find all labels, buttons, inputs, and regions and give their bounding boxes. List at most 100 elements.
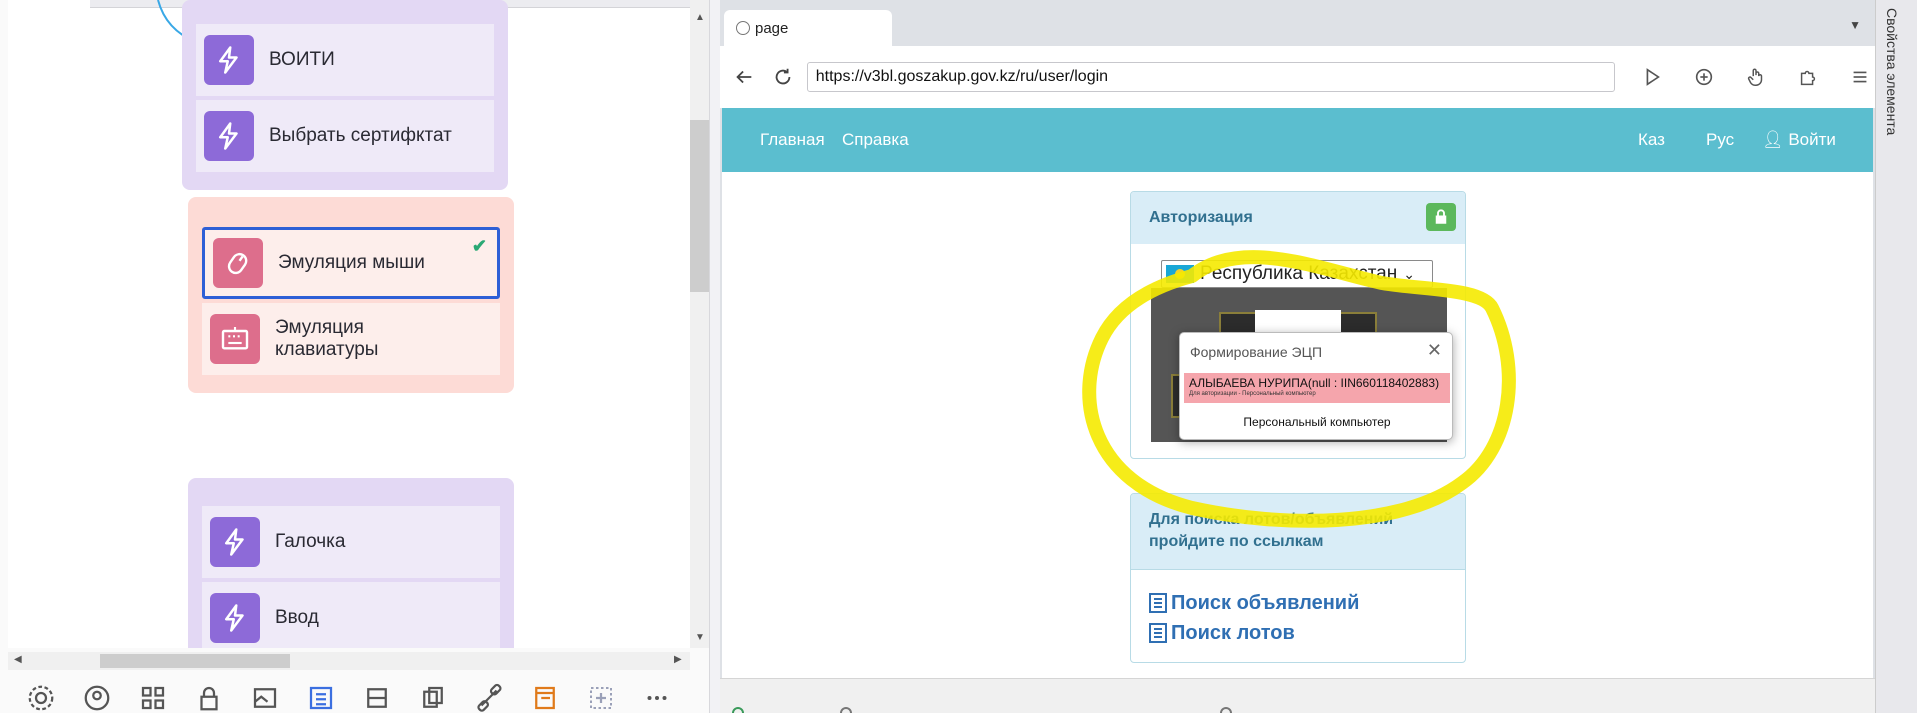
scroll-down-icon[interactable]: ▼: [695, 632, 705, 643]
node-group-input: Галочка Ввод: [188, 478, 514, 648]
profile-button[interactable]: [80, 683, 114, 713]
scroll-thumb[interactable]: [690, 120, 709, 292]
play-button[interactable]: [1637, 62, 1667, 92]
link-label: Поиск лотов: [1171, 621, 1295, 644]
browser-window: page ▼ https://v3bl.goszakup.gov.kz/ru/u…: [720, 0, 1875, 713]
gear-icon: [28, 685, 54, 710]
list-icon: [309, 686, 333, 709]
vertical-scrollbar[interactable]: ▲ ▼: [690, 0, 709, 648]
document-icon: [535, 686, 555, 709]
action-node[interactable]: Галочка: [202, 506, 500, 578]
properties-sidebar[interactable]: Свойства элемента: [1875, 0, 1917, 713]
lightning-icon: [210, 517, 260, 567]
check-icon: ✔: [471, 236, 487, 256]
hand-pointer-icon: [1747, 68, 1763, 86]
copy-button[interactable]: [416, 683, 450, 713]
mouse-icon: [213, 238, 263, 288]
nav-link-help[interactable]: Справка: [842, 130, 909, 150]
pointer-button[interactable]: [1741, 62, 1771, 92]
horizontal-scrollbar[interactable]: ◀ ▶: [8, 652, 690, 670]
user-icon: 👤︎: [1762, 130, 1784, 149]
country-select-value: Республика Казахстан: [1200, 263, 1398, 284]
nav-link-kaz[interactable]: Каз: [1638, 130, 1665, 150]
node-label: ВОИТИ: [269, 49, 335, 70]
close-icon[interactable]: ✕: [1427, 340, 1442, 361]
extensions-button[interactable]: [1793, 62, 1823, 92]
lightning-icon: [210, 593, 260, 643]
more-icon: [647, 695, 667, 700]
action-node-selected[interactable]: Эмуляция мыши ✔: [202, 227, 500, 299]
page-viewport: Главная Справка Каз Рус 👤︎ Войти Авториз…: [722, 108, 1873, 678]
nav-link-login[interactable]: 👤︎ Войти: [1762, 130, 1836, 150]
url-text: https://v3bl.goszakup.gov.kz/ru/user/log…: [815, 68, 1109, 85]
keyboard-icon: [210, 314, 260, 364]
add-button[interactable]: [1689, 62, 1719, 92]
scroll-up-icon[interactable]: ▲: [695, 12, 705, 23]
certificate-item[interactable]: АЛЫБАЕВА НУРИПА(null : IIN660118402883) …: [1184, 373, 1450, 403]
action-node[interactable]: Эмуляция клавиатуры: [202, 303, 500, 375]
storage-button[interactable]: [360, 683, 394, 713]
arrow-left-icon: [736, 70, 752, 84]
scroll-right-icon[interactable]: ▶: [674, 654, 682, 665]
plus-circle-icon: [1695, 68, 1713, 86]
nav-link-rus[interactable]: Рус: [1706, 130, 1734, 150]
lightning-icon: [204, 35, 254, 85]
link-search-announcements[interactable]: Поиск объявлений: [1149, 590, 1447, 616]
globe-icon: [736, 21, 750, 35]
browser-tab[interactable]: page: [724, 10, 892, 46]
add-block-button[interactable]: [584, 683, 618, 713]
node-group-emulation: Эмуляция мыши ✔ Эмуляция клавиатуры: [188, 197, 514, 393]
lock-button[interactable]: [192, 683, 226, 713]
image-icon: [253, 687, 277, 708]
storage-option[interactable]: Персональный компьютер: [1180, 415, 1454, 429]
chevron-down-icon: ⌄: [1403, 265, 1415, 282]
copy-icon: [423, 686, 443, 708]
reload-button[interactable]: [768, 62, 796, 92]
lock-icon: [200, 686, 218, 710]
grid-button[interactable]: [136, 683, 170, 713]
nav-login-label: Войти: [1788, 130, 1836, 149]
add-icon: [590, 686, 612, 709]
tab-title: page: [755, 19, 789, 37]
scroll-thumb[interactable]: [100, 654, 290, 668]
settings-button[interactable]: [24, 683, 58, 713]
link-icon: [477, 683, 502, 712]
workflow-canvas[interactable]: ВОИТИ Выбрать сертифктат Эмуляция мыши ✔: [8, 0, 690, 648]
address-bar[interactable]: https://v3bl.goszakup.gov.kz/ru/user/log…: [806, 62, 1615, 92]
auth-panel: Авторизация Республика Казахстан ⌄ Форми…: [1130, 191, 1466, 459]
list-button[interactable]: [304, 683, 338, 713]
user-circle-icon: [84, 685, 110, 710]
kazakhstan-flag-icon: [1166, 265, 1194, 283]
action-node[interactable]: Ввод: [202, 582, 500, 648]
node-label: Эмуляция мыши: [278, 252, 425, 273]
link-label: Поиск объявлений: [1171, 591, 1360, 614]
scroll-left-icon[interactable]: ◀: [14, 654, 22, 665]
lock-icon: [1426, 203, 1456, 231]
tab-list-icon[interactable]: ▼: [1849, 18, 1861, 32]
nav-link-home[interactable]: Главная: [760, 130, 825, 150]
browser-toolbar: https://v3bl.goszakup.gov.kz/ru/user/log…: [720, 46, 1875, 108]
lightning-icon: [204, 111, 254, 161]
status-icon: [732, 707, 744, 713]
country-select[interactable]: Республика Казахстан ⌄: [1161, 260, 1433, 288]
link-search-lots[interactable]: Поиск лотов: [1149, 620, 1447, 646]
node-label: Эмуляция клавиатуры: [275, 317, 379, 360]
link-button[interactable]: [472, 683, 506, 713]
reload-icon: [775, 68, 790, 85]
document-button[interactable]: [528, 683, 562, 713]
site-navbar: Главная Справка Каз Рус 👤︎ Войти: [722, 108, 1873, 172]
action-node[interactable]: Выбрать сертифктат: [196, 100, 494, 172]
grid-icon: [141, 686, 165, 709]
action-node[interactable]: ВОИТИ: [196, 24, 494, 96]
dialog-title: Формирование ЭЦП: [1190, 344, 1323, 360]
menu-button[interactable]: [1845, 62, 1875, 92]
search-panel: Для поиска лотов/объявлений пройдите по …: [1130, 493, 1466, 663]
image-button[interactable]: [248, 683, 282, 713]
play-icon: [1646, 68, 1660, 86]
sidebar-title: Свойства элемента: [1884, 8, 1900, 136]
bottom-toolbar: [0, 682, 709, 713]
status-bar: [720, 678, 1875, 713]
back-button[interactable]: [730, 62, 758, 92]
more-button[interactable]: [640, 683, 674, 713]
menu-icon: [1853, 71, 1867, 83]
